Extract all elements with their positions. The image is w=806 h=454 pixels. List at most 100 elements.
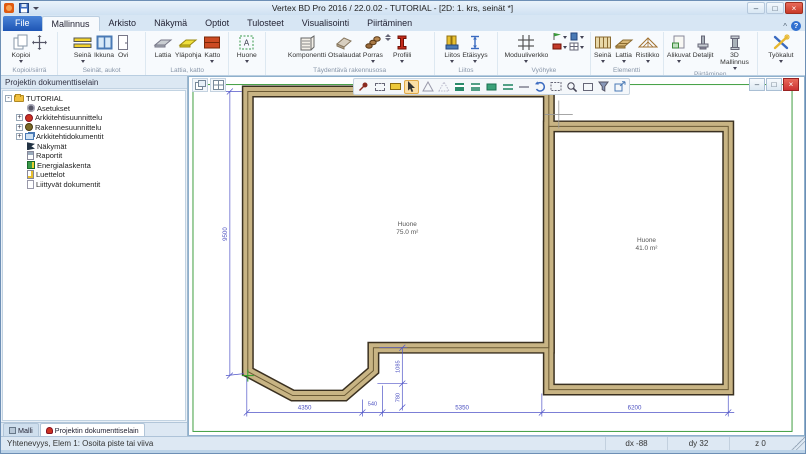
- layers-tool-3[interactable]: [484, 80, 499, 94]
- view-grid-button[interactable]: [210, 78, 226, 92]
- roof-icon: [203, 33, 221, 52]
- marquee-icon: [375, 83, 385, 91]
- zone-grid-button[interactable]: [569, 42, 584, 51]
- doc-minimize-button[interactable]: –: [749, 78, 765, 91]
- tree-item-raportit[interactable]: Raportit: [5, 151, 185, 161]
- door-icon: [116, 33, 130, 52]
- elementti-seina-button[interactable]: Seinä: [593, 32, 613, 63]
- dim-right-upper: 1085: [395, 360, 401, 372]
- doc-restore-button[interactable]: □: [766, 78, 782, 91]
- tree-item-liittyvat-dokumentit[interactable]: Liittyvät dokumentit: [5, 180, 185, 190]
- expand-expander-icon[interactable]: +: [16, 133, 23, 140]
- collapse-ribbon-button[interactable]: ^: [783, 22, 787, 31]
- floor-plan[interactable]: 4350 540 5350 6200 9500 1085 780 Huone 7…: [188, 76, 805, 436]
- gallery-scroll[interactable]: [384, 32, 392, 43]
- joint-icon: [444, 33, 460, 52]
- undo-tool[interactable]: [532, 80, 547, 94]
- tree-item-luettelot[interactable]: Luettelot: [5, 170, 185, 180]
- zoom-tool[interactable]: [564, 80, 579, 94]
- kopioi-button[interactable]: Kopioi: [10, 32, 31, 63]
- resize-grip[interactable]: [791, 437, 805, 450]
- column-3d-icon: [728, 33, 742, 52]
- tree-item-tutorial[interactable]: - TUTORIAL: [5, 94, 185, 104]
- komponentti-button[interactable]: Komponentti: [287, 32, 327, 59]
- save-button[interactable]: [17, 3, 31, 14]
- alikuvat-button[interactable]: Alikuvat: [666, 32, 692, 63]
- ovi-button[interactable]: Ovi: [115, 32, 131, 59]
- blue-panel-icon: [569, 32, 579, 41]
- profiili-button[interactable]: Profiili: [392, 32, 413, 63]
- zoom-window-tool[interactable]: [548, 80, 563, 94]
- new-window-button[interactable]: [192, 78, 208, 92]
- otsalaudat-button[interactable]: Otsalaudat: [327, 32, 362, 59]
- help-icon[interactable]: ?: [791, 21, 801, 31]
- tree-item-arkkitehtidokumentit[interactable]: + Arkkitehtidokumentit: [5, 132, 185, 142]
- moduuliverkko-button[interactable]: Moduuliverkko: [503, 32, 549, 63]
- expand-expander-icon[interactable]: +: [16, 114, 23, 121]
- lattia-button[interactable]: Lattia: [152, 32, 174, 59]
- zone-wall-button[interactable]: [552, 42, 567, 51]
- tab-malli[interactable]: Malli: [3, 423, 39, 436]
- triangle-dashed-tool[interactable]: [436, 80, 451, 94]
- move-icon: [32, 33, 47, 52]
- tab-optiot[interactable]: Optiot: [196, 16, 238, 31]
- link-out-tool[interactable]: [612, 80, 627, 94]
- dropdown-caret-icon: [646, 60, 650, 63]
- ikkuna-button[interactable]: Ikkuna: [93, 32, 115, 59]
- tab-projektin-dokumenttiselain[interactable]: Projektin dokumenttiselain: [40, 423, 145, 436]
- tab-piirtaminen[interactable]: Piirtäminen: [358, 16, 421, 31]
- tab-visualisointi[interactable]: Visualisointi: [293, 16, 358, 31]
- triangle-tool[interactable]: [420, 80, 435, 94]
- select-cursor-tool[interactable]: [404, 80, 419, 94]
- room-1-name: Huone: [398, 221, 417, 228]
- tab-file[interactable]: File: [3, 16, 42, 31]
- expand-expander-icon[interactable]: +: [16, 124, 23, 131]
- dropdown-caret-icon: [601, 60, 605, 63]
- tab-nakyma[interactable]: Näkymä: [145, 16, 196, 31]
- pin-tool[interactable]: [356, 80, 371, 94]
- measure-tool[interactable]: [388, 80, 403, 94]
- select-area-tool[interactable]: [372, 80, 387, 94]
- etaisyys-button[interactable]: Etäisyys: [461, 32, 488, 63]
- tab-arkisto[interactable]: Arkisto: [100, 16, 146, 31]
- maximize-button[interactable]: □: [766, 2, 784, 14]
- collapse-expander-icon[interactable]: -: [5, 95, 12, 102]
- box-tool[interactable]: [580, 80, 595, 94]
- tree-item-rakennesuunnittelu[interactable]: + Rakennesuunnittelu: [5, 123, 185, 133]
- drawing-area[interactable]: – □ ×: [188, 76, 805, 436]
- walls[interactable]: [248, 92, 728, 396]
- views-icon: [27, 142, 35, 150]
- huone-button[interactable]: A Huone: [236, 32, 258, 63]
- elementti-lattia-button[interactable]: Lattia: [613, 32, 635, 63]
- layers-tool-2[interactable]: [468, 80, 483, 94]
- filter-tool[interactable]: [596, 80, 611, 94]
- tree-item-asetukset[interactable]: Asetukset: [5, 104, 185, 114]
- katto-button[interactable]: Katto: [202, 32, 222, 63]
- ristikko-button[interactable]: Ristikko: [635, 32, 661, 63]
- siirra-button[interactable]: [31, 32, 48, 52]
- porras-button[interactable]: Porras: [362, 32, 384, 63]
- window-title: Vertex BD Pro 2016 / 22.0.02 - TUTORIAL …: [39, 3, 746, 13]
- close-button[interactable]: ×: [785, 2, 803, 14]
- tab-mallinnus[interactable]: Mallinnus: [42, 16, 100, 31]
- tree-item-energialaskenta[interactable]: Energialaskenta: [5, 161, 185, 171]
- seina-button[interactable]: Seinä: [72, 32, 93, 63]
- tree-item-arkkitehtisuunnittelu[interactable]: + Arkkitehtisuunnittelu: [5, 113, 185, 123]
- minimize-button[interactable]: –: [747, 2, 765, 14]
- layers-tool-1[interactable]: [452, 80, 467, 94]
- zone-flag-button[interactable]: [552, 32, 567, 41]
- tyokalut-button[interactable]: Työkalut: [767, 32, 794, 63]
- subpicture-icon: [671, 33, 687, 52]
- tab-tulosteet[interactable]: Tulosteet: [238, 16, 293, 31]
- room-1-area: 75.0 m²: [396, 229, 419, 236]
- liitos-button[interactable]: Liitos: [443, 32, 461, 63]
- zone-panel-button[interactable]: [569, 32, 584, 41]
- tape-measure-icon: [390, 83, 401, 90]
- line-tool[interactable]: [516, 80, 531, 94]
- doc-close-button[interactable]: ×: [783, 78, 799, 91]
- mallinnus-3d-button[interactable]: 3D Mallinnus: [715, 32, 755, 70]
- ylapohja-button[interactable]: Yläpohja: [174, 32, 202, 59]
- detaljit-button[interactable]: Detaljit: [692, 32, 715, 59]
- tree-item-nakymat[interactable]: Näkymät: [5, 142, 185, 152]
- lines-tool[interactable]: [500, 80, 515, 94]
